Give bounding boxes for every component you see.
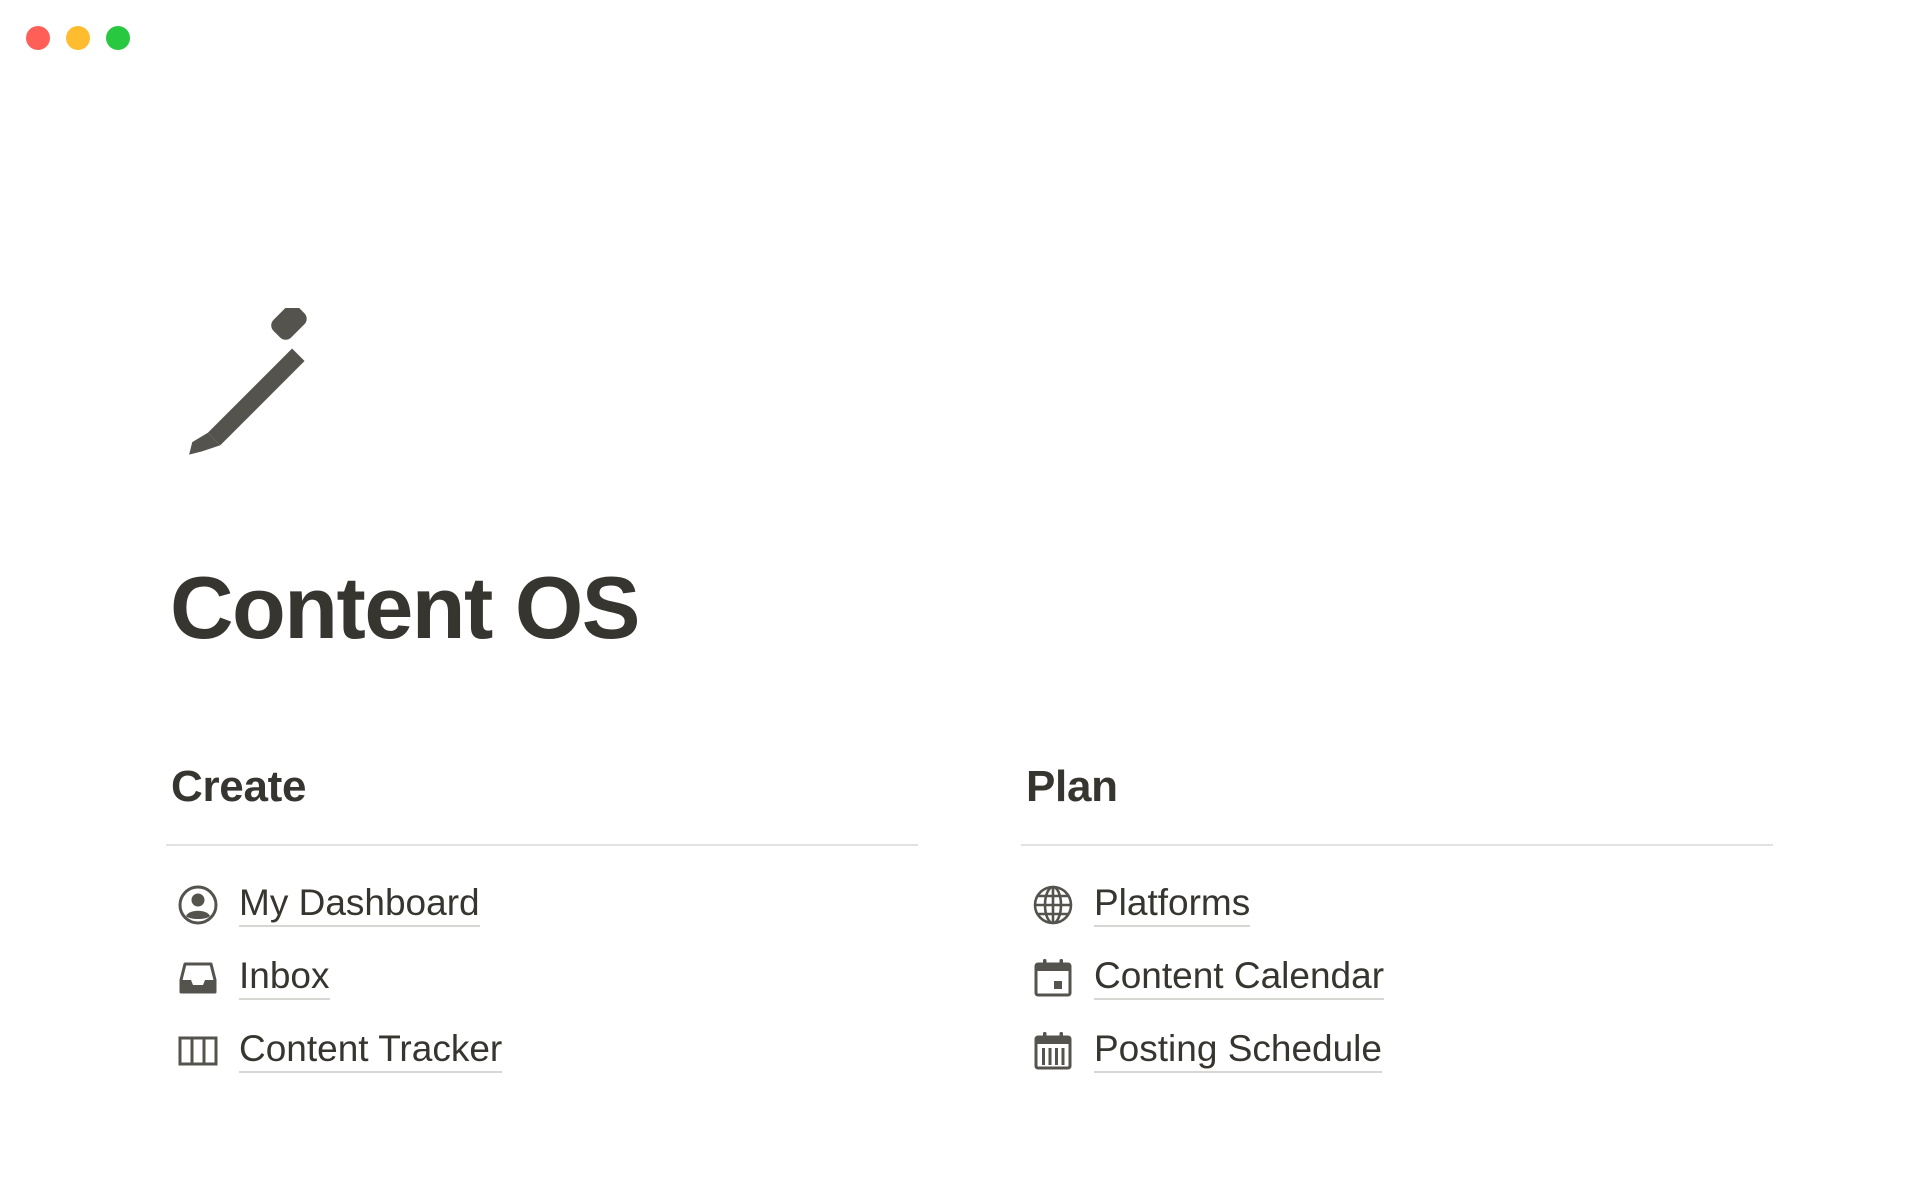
link-label[interactable]: My Dashboard <box>239 882 480 928</box>
globe-icon <box>1031 883 1075 927</box>
link-label[interactable]: Content Calendar <box>1094 955 1385 1001</box>
pencil-icon[interactable] <box>186 308 342 464</box>
link-posting-schedule[interactable]: Posting Schedule <box>1021 1014 1773 1087</box>
link-label[interactable]: Platforms <box>1094 882 1251 928</box>
link-my-dashboard[interactable]: My Dashboard <box>166 868 918 941</box>
section-heading-create: Create <box>171 762 307 811</box>
maximize-window-button[interactable] <box>106 26 130 50</box>
link-inbox[interactable]: Inbox <box>166 941 918 1014</box>
link-content-calendar[interactable]: Content Calendar <box>1021 941 1773 1014</box>
link-label[interactable]: Inbox <box>239 955 330 1001</box>
board-columns-icon <box>176 1029 220 1073</box>
link-label[interactable]: Posting Schedule <box>1094 1028 1382 1074</box>
inbox-tray-icon <box>176 956 220 1000</box>
plan-section: Plan Platforms Content Calendar Posting … <box>1021 752 1773 1087</box>
link-platforms[interactable]: Platforms <box>1021 868 1773 941</box>
create-section: Create My Dashboard Inbox Content Tracke… <box>166 752 918 1087</box>
link-label[interactable]: Content Tracker <box>239 1028 503 1074</box>
divider <box>166 844 918 846</box>
page-title: Content OS <box>170 558 640 657</box>
calendar-week-icon <box>1031 1029 1075 1073</box>
link-content-tracker[interactable]: Content Tracker <box>166 1014 918 1087</box>
close-window-button[interactable] <box>26 26 50 50</box>
section-heading-plan: Plan <box>1026 762 1118 811</box>
minimize-window-button[interactable] <box>66 26 90 50</box>
divider <box>1021 844 1773 846</box>
window-controls <box>26 26 130 50</box>
calendar-day-icon <box>1031 956 1075 1000</box>
page: Content OS Create My Dashboard Inbox Con… <box>0 0 1920 1200</box>
user-circle-icon <box>176 883 220 927</box>
